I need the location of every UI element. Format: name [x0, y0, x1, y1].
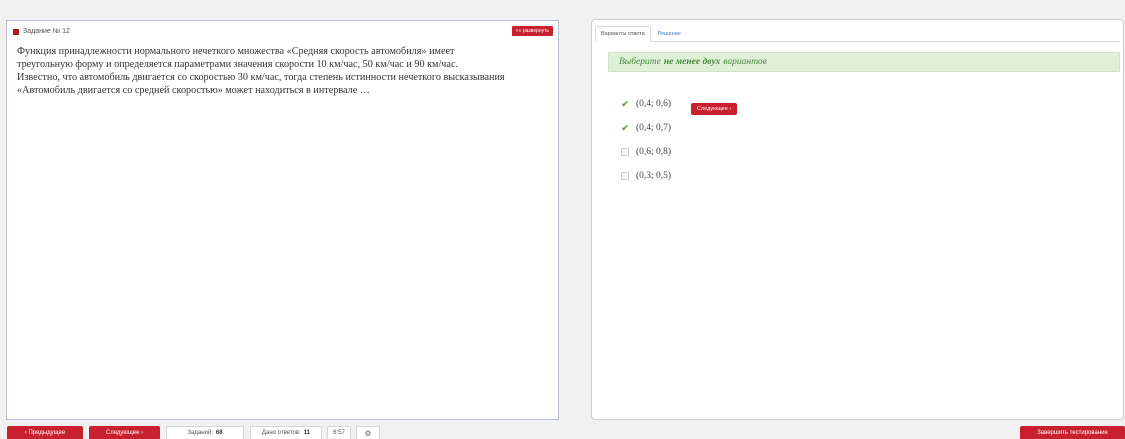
tab-answer-options[interactable]: Варианты ответа [595, 26, 651, 42]
timer: 6:57 [327, 426, 351, 439]
hint-prefix: Выберите [619, 57, 661, 67]
answered-label: Дано ответов: [261, 430, 301, 436]
checkmark-icon[interactable]: ✔ [621, 123, 629, 133]
next-button[interactable]: Следующее › [89, 426, 160, 439]
tasks-count: 68 [215, 430, 223, 436]
answer-option-label: (0,4; 0,6) [636, 99, 672, 109]
answer-option-2[interactable]: ✔ (0,4; 0,7) [621, 123, 672, 134]
answered-count: 11 [303, 430, 311, 436]
checkbox-icon[interactable] [621, 148, 629, 156]
checkbox-icon[interactable] [621, 172, 629, 180]
answer-tabs: Варианты ответа Решение [595, 23, 1120, 42]
answer-option-1[interactable]: ✔ (0,4; 0,6) [621, 99, 672, 110]
answer-option-3[interactable]: (0,6; 0,8) [621, 147, 671, 157]
answer-option-label: (0,3; 0,5) [636, 171, 672, 181]
gear-icon[interactable]: ⚙ [356, 426, 380, 439]
question-marker-icon [13, 28, 19, 35]
expand-button[interactable]: «« развернуть [511, 26, 553, 36]
question-header: Задание № 12 [13, 28, 70, 35]
next-inline-button[interactable]: Следующее › [691, 103, 738, 115]
question-number: Задание № 12 [23, 28, 70, 35]
selection-hint: Выберите не менее двух вариантов [608, 52, 1120, 72]
tasks-label: Заданий: [187, 430, 213, 436]
answer-option-label: (0,4; 0,7) [636, 123, 672, 133]
previous-button[interactable]: ‹ Предыдущее [7, 426, 83, 439]
question-text: Функция принадлежности нормального нечет… [17, 46, 505, 96]
question-panel: Задание № 12 «« развернуть Функция прина… [6, 20, 559, 420]
checkmark-icon[interactable]: ✔ [621, 99, 629, 109]
hint-emphasis: не менее двух [663, 57, 721, 67]
finish-testing-button[interactable]: Завершить тестирование [1020, 426, 1125, 439]
answer-option-label: (0,6; 0,8) [636, 147, 672, 157]
hint-suffix: вариантов [723, 57, 767, 67]
tab-solution[interactable]: Решение [653, 27, 686, 41]
testing-page: Задание № 12 «« развернуть Функция прина… [0, 0, 1125, 439]
answer-option-4[interactable]: (0,3; 0,5) [621, 171, 671, 181]
answered-counter: Дано ответов: 11 [250, 426, 322, 439]
tasks-counter: Заданий: 68 [166, 426, 244, 439]
answer-panel: Варианты ответа Решение Выберите не мене… [591, 19, 1124, 420]
